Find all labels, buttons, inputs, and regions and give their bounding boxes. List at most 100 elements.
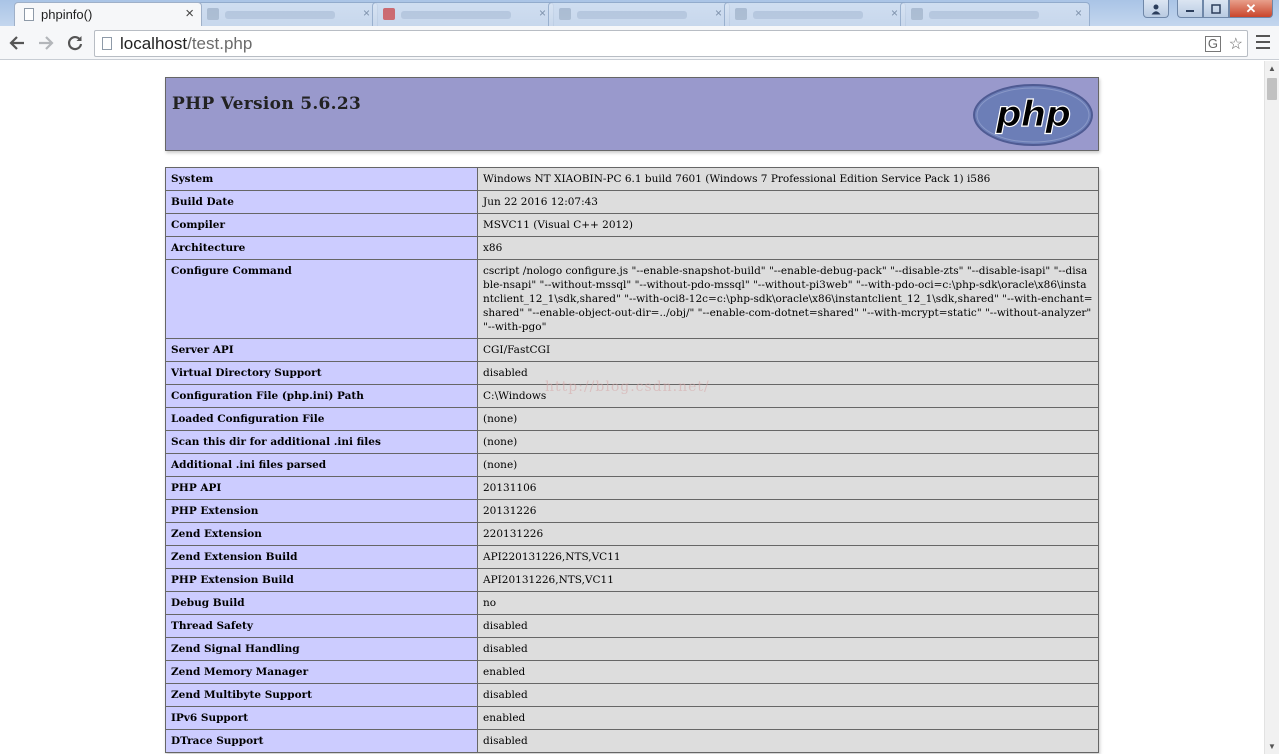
favicon-icon [911,8,923,20]
row-label: Build Date [165,190,478,214]
row-label: Zend Extension [165,522,478,546]
row-label: PHP API [165,476,478,500]
hamburger-menu-icon[interactable] [1256,35,1270,49]
row-label: Virtual Directory Support [165,361,478,385]
close-window-button[interactable]: ✕ [1229,0,1273,18]
tab-title-blurred [753,11,863,19]
row-label: Loaded Configuration File [165,407,478,431]
minimize-button[interactable] [1177,0,1203,18]
scroll-down-arrow-icon[interactable]: ▼ [1268,742,1276,751]
page-viewport: PHP Version 5.6.23 php System Windows NT … [0,61,1264,754]
php-logo-icon[interactable]: php [972,83,1094,147]
row-value: Jun 22 2016 12:07:43 [477,190,1099,214]
translate-icon[interactable]: G [1204,36,1221,52]
tab-close-icon[interactable]: × [715,6,722,20]
scroll-thumb[interactable] [1267,78,1277,100]
row-value: API220131226,NTS,VC11 [477,545,1099,569]
row-value: enabled [477,706,1099,730]
table-row: Zend Memory Manager enabled [165,660,1099,684]
tab-close-icon[interactable]: × [363,6,370,20]
row-label: Architecture [165,236,478,260]
table-row: DTrace Support disabled [165,729,1099,753]
table-row: Server API CGI/FastCGI [165,338,1099,362]
reload-icon[interactable] [63,31,87,55]
tab-background-2[interactable]: × [372,2,554,26]
tab-title-blurred [401,11,511,19]
row-label: Debug Build [165,591,478,615]
tab-close-icon[interactable]: × [185,5,194,22]
vertical-scrollbar[interactable]: ▲ ▼ [1264,61,1279,754]
row-label: PHP Extension Build [165,568,478,592]
table-row: Scan this dir for additional .ini files(… [165,430,1099,454]
row-value: disabled [477,637,1099,661]
row-value: disabled [477,614,1099,638]
favicon-icon [207,8,219,20]
row-label: DTrace Support [165,729,478,753]
svg-text:php: php [995,94,1070,135]
row-label: Configure Command [165,259,478,339]
row-value: (none) [477,453,1099,477]
forward-arrow-icon[interactable] [34,31,58,55]
tab-background-3[interactable]: × [548,2,730,26]
row-label: Thread Safety [165,614,478,638]
tab-title-blurred [929,11,1039,19]
table-row: PHP API 20131106 [165,476,1099,500]
row-value: x86 [477,236,1099,260]
table-row: Configure Command cscript /nologo configu… [165,259,1099,339]
page-icon [102,37,112,50]
url-path: /test.php [187,34,253,53]
row-label: Zend Extension Build [165,545,478,569]
tab-background-1[interactable]: × [196,2,378,26]
row-label: Zend Signal Handling [165,637,478,661]
table-row: Zend Multibyte Support disabled [165,683,1099,707]
tab-close-icon[interactable]: × [891,6,898,20]
row-value: Windows NT XIAOBIN-PC 6.1 build 7601 (Wi… [477,167,1099,191]
row-label: Additional .ini files parsed [165,453,478,477]
row-value: 220131226 [477,522,1099,546]
row-label: Server API [165,338,478,362]
table-row: IPv6 Support enabled [165,706,1099,730]
row-label: System [165,167,478,191]
user-profile-icon[interactable] [1143,0,1169,18]
page-title: PHP Version 5.6.23 [172,94,362,114]
php-version-header: PHP Version 5.6.23 php [165,77,1099,151]
tab-background-4[interactable]: × [724,2,906,26]
table-row: Loaded Configuration File (none) [165,407,1099,431]
maximize-button[interactable] [1203,0,1229,18]
back-arrow-icon[interactable] [5,31,29,55]
table-row: Architecture x86 [165,236,1099,260]
row-label: Zend Memory Manager [165,660,478,684]
tab-close-icon[interactable]: × [1075,6,1082,20]
bookmark-star-icon[interactable]: ☆ [1229,34,1243,54]
tab-title-blurred [225,11,335,19]
tab-phpinfo[interactable]: phpinfo() × [14,2,202,26]
row-value: enabled [477,660,1099,684]
row-label: PHP Extension [165,499,478,523]
favicon-icon [559,8,571,20]
table-row: Thread Safety disabled [165,614,1099,638]
table-row: PHP Extension 20131226 [165,499,1099,523]
table-row: Compiler MSVC11 (Visual C++ 2012) [165,213,1099,237]
row-label: Zend Multibyte Support [165,683,478,707]
favicon-icon [735,8,747,20]
table-row: Additional .ini files parsed (none) [165,453,1099,477]
row-value: disabled [477,729,1099,753]
url-host: localhost [120,34,188,53]
row-label: Compiler [165,213,478,237]
tab-close-icon[interactable]: × [539,6,546,20]
table-row: System Windows NT XIAOBIN-PC 6.1 build 76… [165,167,1099,191]
watermark-text: http://blog.csdn.net/ [545,379,710,395]
address-bar[interactable]: localhost/test.php G ☆ [94,30,1248,57]
row-value: (none) [477,407,1099,431]
row-value: (none) [477,430,1099,454]
row-value: disabled [477,683,1099,707]
tab-background-5[interactable]: × [900,2,1090,26]
table-row: Zend Extension 220131226 [165,522,1099,546]
row-value: no [477,591,1099,615]
table-row: Debug Build no [165,591,1099,615]
row-label: IPv6 Support [165,706,478,730]
tab-title-blurred [577,11,687,19]
php-info-table: System Windows NT XIAOBIN-PC 6.1 build 76… [165,167,1099,753]
scroll-up-arrow-icon[interactable]: ▲ [1268,64,1276,73]
url-text[interactable]: localhost/test.php [120,34,252,54]
